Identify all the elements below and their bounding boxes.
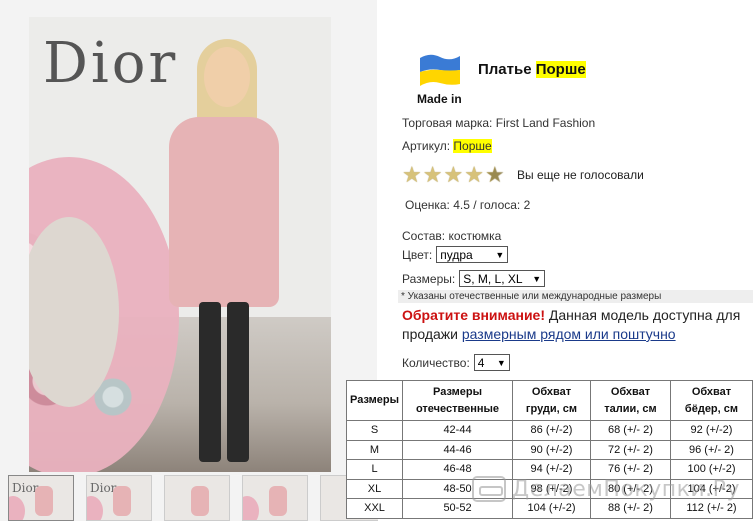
quantity-select[interactable]: 4 ▼ — [473, 354, 510, 371]
thumbnail-2[interactable]: Dior — [86, 475, 152, 521]
brand-value: First Land Fashion — [495, 116, 596, 130]
star-icon[interactable]: ★ — [464, 164, 484, 186]
star-icon[interactable]: ★ — [443, 164, 463, 186]
product-title: Платье Порше — [478, 61, 586, 78]
sizes-label: Размеры: — [402, 271, 456, 286]
star-icon[interactable]: ★ — [402, 164, 422, 186]
availability-notice: Обратите внимание! Данная модель доступн… — [402, 306, 753, 344]
table-cell: 98 (+/-2) — [512, 478, 591, 499]
thumbnail-1[interactable]: Dior — [8, 475, 74, 521]
photo-gallery: Dior Dior Dior — [0, 0, 386, 521]
ukraine-flag-icon — [420, 54, 460, 86]
model-head — [204, 47, 250, 107]
article-value: Порше — [453, 139, 492, 153]
table-header-row: Размеры Размеры отечественные Обхват гру… — [345, 380, 753, 421]
color-row: Цвет: пудра ▼ — [402, 246, 509, 263]
table-cell: 104 (+/-2) — [512, 498, 591, 519]
table-cell: S — [345, 420, 404, 441]
thumbnail-pearl — [243, 496, 259, 520]
table-cell: 42-44 — [402, 420, 513, 441]
header-chest: Обхват груди, см — [512, 380, 591, 421]
color-label: Цвет: — [402, 247, 433, 262]
composition-line: Состав: костюмка — [402, 229, 501, 243]
thumbnail-4[interactable] — [242, 475, 308, 521]
dropdown-arrow-icon: ▼ — [532, 273, 542, 284]
table-cell: 76 (+/- 2) — [589, 459, 671, 480]
half-star-icon[interactable]: ★ — [485, 164, 505, 186]
table-cell: 72 (+/- 2) — [589, 439, 671, 460]
thumbnail-3[interactable] — [164, 475, 230, 521]
table-cell: 80 (+/- 2) — [589, 478, 671, 499]
header-domestic: Размеры отечественные — [402, 380, 513, 421]
table-cell: XXL — [345, 498, 404, 519]
thumbnail-pearl — [87, 496, 103, 520]
thumbnail-dress — [191, 486, 209, 516]
table-cell: 86 (+/-2) — [512, 420, 591, 441]
dropdown-arrow-icon: ▼ — [496, 357, 506, 368]
quantity-label: Количество: — [402, 355, 470, 370]
composition-label: Состав: — [402, 229, 446, 243]
table-row: M 44-46 90 (+/-2) 72 (+/- 2) 96 (+/- 2) — [345, 439, 753, 460]
sizes-row: Размеры: S, M, L, XL ▼ — [402, 270, 546, 287]
table-cell: L — [345, 459, 404, 480]
thumbnail-dress — [113, 486, 131, 516]
sizes-select[interactable]: S, M, L, XL ▼ — [459, 270, 546, 287]
quantity-row: Количество: 4 ▼ — [402, 354, 510, 371]
dropdown-arrow-icon: ▼ — [495, 249, 505, 260]
table-cell: 68 (+/- 2) — [589, 420, 671, 441]
table-cell: 88 (+/- 2) — [589, 498, 671, 519]
table-row: S 42-44 86 (+/-2) 68 (+/- 2) 92 (+/-2) — [345, 420, 753, 441]
header-waist: Обхват талии, см — [589, 380, 671, 421]
vote-status: Вы еще не голосовали — [517, 168, 644, 182]
thumbnail-dress — [269, 486, 287, 516]
main-product-photo[interactable]: Dior — [29, 17, 331, 472]
table-row: XXL 50-52 104 (+/-2) 88 (+/- 2) 112 (+/-… — [345, 498, 753, 519]
table-cell: XL — [345, 478, 404, 499]
dior-logo: Dior — [43, 31, 179, 96]
color-select-value: пудра — [440, 247, 473, 262]
table-cell: 50-52 — [402, 498, 513, 519]
thumbnail-strip: Dior Dior — [8, 475, 386, 521]
table-row: L 46-48 94 (+/-2) 76 (+/- 2) 100 (+/-2) — [345, 459, 753, 480]
table-cell: M — [345, 439, 404, 460]
quantity-select-value: 4 — [477, 355, 485, 370]
article-line: Артикул: Порше — [402, 139, 492, 153]
table-cell: 92 (+/-2) — [669, 420, 753, 441]
star-icon[interactable]: ★ — [423, 164, 443, 186]
table-cell: 90 (+/-2) — [512, 439, 591, 460]
table-row: XL 48-50 98 (+/-2) 80 (+/- 2) 104 (+/-2) — [345, 478, 753, 499]
size-chart-table: Размеры Размеры отечественные Обхват гру… — [345, 380, 753, 519]
rating-summary: Оценка: 4.5 / голоса: 2 — [405, 198, 531, 212]
title-prefix: Платье — [478, 61, 532, 78]
table-cell: 46-48 — [402, 459, 513, 480]
thumbnail-dress — [35, 486, 53, 516]
table-cell: 48-50 — [402, 478, 513, 499]
table-cell: 94 (+/-2) — [512, 459, 591, 480]
table-cell: 100 (+/-2) — [669, 459, 753, 480]
table-cell: 44-46 — [402, 439, 513, 460]
article-label: Артикул: — [402, 139, 451, 153]
header-hips: Обхват бёдер, см — [669, 380, 753, 421]
composition-value: костюмка — [448, 229, 502, 243]
color-select[interactable]: пудра ▼ — [436, 246, 509, 263]
model-dress — [169, 117, 279, 307]
notice-link[interactable]: размерным рядом или поштучно — [462, 326, 676, 342]
rating-stars: ★ ★ ★ ★ ★ — [402, 164, 505, 186]
table-cell: 104 (+/-2) — [669, 478, 753, 499]
brand-line: Торговая марка: First Land Fashion — [402, 116, 595, 130]
model-boot-right — [227, 302, 249, 462]
table-cell: 96 (+/- 2) — [669, 439, 753, 460]
header-sizes: Размеры — [345, 380, 404, 421]
made-in-label: Made in — [417, 92, 462, 106]
table-cell: 112 (+/- 2) — [669, 498, 753, 519]
model-boot-left — [199, 302, 221, 462]
sizes-note: * Указаны отечественные или международны… — [398, 290, 753, 303]
brand-label: Торговая марка: — [402, 116, 493, 130]
notice-warning: Обратите внимание! — [402, 307, 546, 323]
thumbnail-pearl — [9, 496, 25, 520]
sizes-select-value: S, M, L, XL — [463, 271, 523, 286]
title-highlight: Порше — [535, 61, 586, 78]
